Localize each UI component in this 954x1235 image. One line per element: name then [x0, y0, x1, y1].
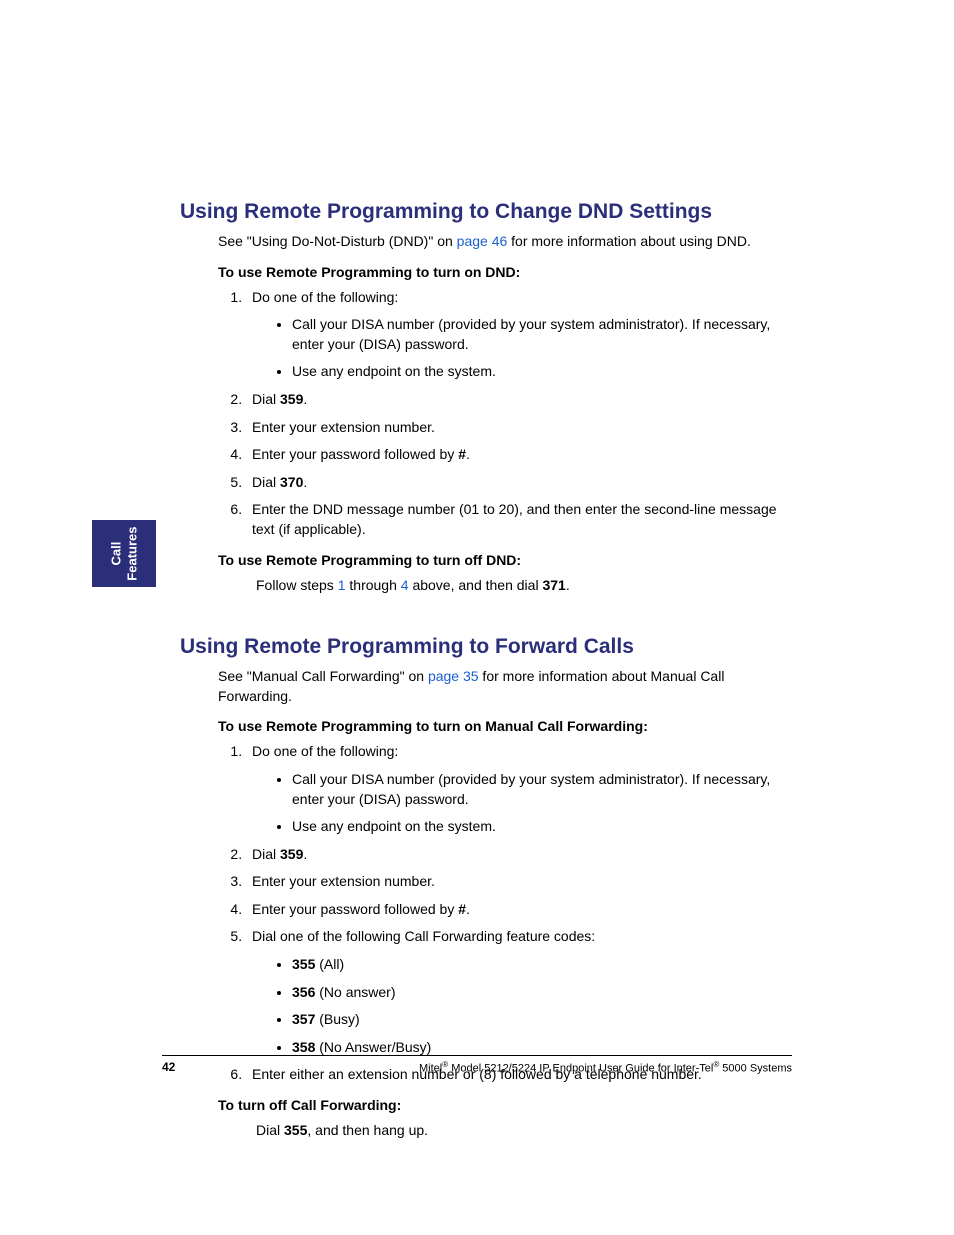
footer-text: Mitel® Model 5212/5224 IP Endpoint User … — [419, 1060, 792, 1075]
link-step-4[interactable]: 4 — [401, 577, 409, 593]
subhead-turn-on-forward: To use Remote Programming to turn on Man… — [218, 718, 789, 734]
step: Enter your password followed by #. — [246, 900, 789, 920]
bullet: Call your DISA number (provided by your … — [292, 315, 789, 354]
page-footer: 42 Mitel® Model 5212/5224 IP Endpoint Us… — [162, 1055, 792, 1075]
step: Enter your extension number. — [246, 418, 789, 438]
subhead-turn-off-dnd: To use Remote Programming to turn off DN… — [218, 552, 789, 568]
heading-forward: Using Remote Programming to Forward Call… — [180, 635, 789, 659]
subhead-turn-off-forward: To turn off Call Forwarding: — [218, 1097, 789, 1113]
step: Do one of the following: Call your DISA … — [246, 288, 789, 382]
step: Dial one of the following Call Forwardin… — [246, 927, 789, 1057]
step: Dial 359. — [246, 845, 789, 865]
step: Dial 370. — [246, 473, 789, 493]
step: Enter your password followed by #. — [246, 445, 789, 465]
bullet: 357 (Busy) — [292, 1010, 789, 1030]
page-number: 42 — [162, 1060, 175, 1074]
turn-off-forward-line: Dial 355, and then hang up. — [256, 1121, 789, 1141]
bullet: Use any endpoint on the system. — [292, 362, 789, 382]
intro-forward: See "Manual Call Forwarding" on page 35 … — [218, 667, 789, 706]
subhead-turn-on-dnd: To use Remote Programming to turn on DND… — [218, 264, 789, 280]
step: Do one of the following: Call your DISA … — [246, 742, 789, 836]
step: Enter your extension number. — [246, 872, 789, 892]
link-step-1[interactable]: 1 — [338, 577, 346, 593]
bullet: 356 (No answer) — [292, 983, 789, 1003]
step: Enter the DND message number (01 to 20),… — [246, 500, 789, 539]
page-content: Using Remote Programming to Change DND S… — [0, 0, 954, 1141]
steps-turn-on-dnd: Do one of the following: Call your DISA … — [218, 288, 789, 540]
intro-dnd: See "Using Do-Not-Disturb (DND)" on page… — [218, 232, 789, 252]
link-page-46[interactable]: page 46 — [457, 233, 508, 249]
bullet: Call your DISA number (provided by your … — [292, 770, 789, 809]
follow-steps-line: Follow steps 1 through 4 above, and then… — [256, 576, 789, 596]
heading-dnd: Using Remote Programming to Change DND S… — [180, 200, 789, 224]
step: Dial 359. — [246, 390, 789, 410]
bullet: Use any endpoint on the system. — [292, 817, 789, 837]
bullet: 355 (All) — [292, 955, 789, 975]
link-page-35[interactable]: page 35 — [428, 668, 479, 684]
steps-turn-on-forward: Do one of the following: Call your DISA … — [218, 742, 789, 1085]
